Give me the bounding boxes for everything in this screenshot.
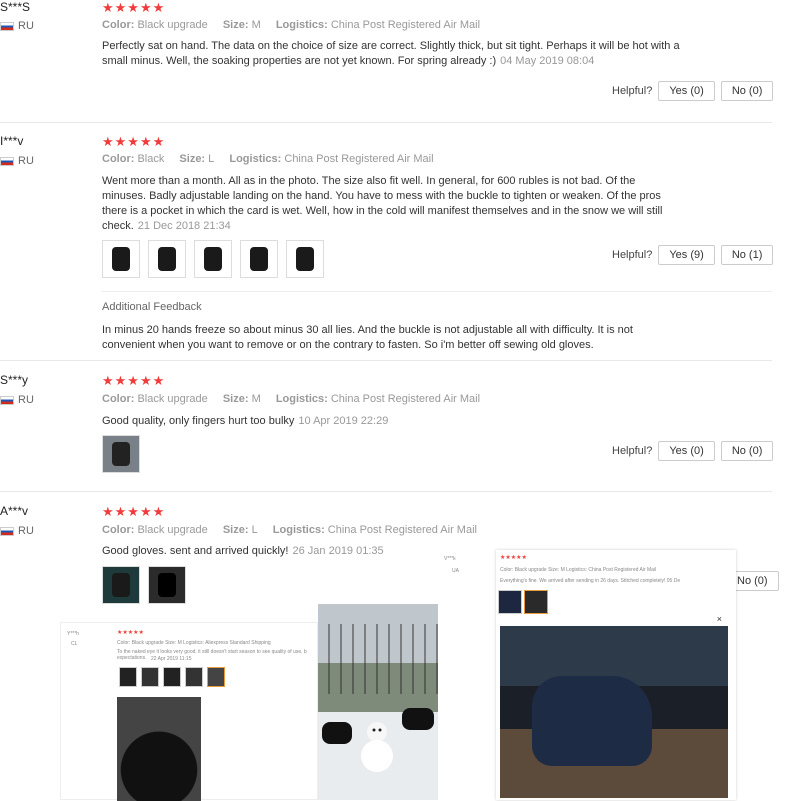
country-code: RU — [18, 20, 34, 32]
flag-icon — [0, 156, 14, 166]
helpful-label: Helpful? — [612, 249, 653, 261]
helpful-no-button[interactable]: No (1) — [720, 245, 774, 265]
helpful-yes-button[interactable]: Yes (9) — [658, 245, 715, 265]
review-meta: Color: Black Size: L Logistics: China Po… — [102, 153, 434, 165]
review-photos — [102, 240, 324, 278]
review-meta: Color: Black upgrade Size: L Logistics: … — [102, 524, 477, 536]
review-photos — [102, 566, 186, 604]
mini-country: CL — [71, 641, 78, 647]
review-photo[interactable] — [240, 240, 278, 278]
reviewer-country: RU — [0, 20, 34, 32]
review-screenshot-left: Y***h CL ★★★★★ Color: Black upgrade Size… — [60, 622, 318, 801]
reviewer-name: A***v — [0, 504, 29, 518]
divider — [0, 491, 772, 492]
divider — [102, 291, 772, 292]
review-photo[interactable] — [286, 240, 324, 278]
mini-photo-preview — [117, 697, 201, 801]
reviewer-name: I***v — [0, 134, 24, 148]
reviewer-country: RU — [0, 525, 34, 537]
helpful-yes-button[interactable]: Yes (0) — [658, 441, 715, 461]
mini-text: To the naked eye it looks very good. it … — [117, 649, 307, 661]
helpful-section: Helpful? Yes (0) No (0) — [612, 441, 774, 461]
review-photos — [102, 435, 140, 473]
review-photo[interactable] — [102, 240, 140, 278]
mini-text: Everything's fine. We arrived after send… — [500, 578, 681, 584]
mini-rating-stars: ★★★★★ — [500, 555, 527, 561]
additional-feedback-title: Additional Feedback — [102, 301, 202, 313]
divider — [0, 122, 772, 123]
mini-photos — [498, 590, 548, 614]
glove-right — [402, 708, 434, 730]
helpful-no-button[interactable]: No (0) — [720, 441, 774, 461]
rating-stars: ★★★★★ — [102, 504, 166, 519]
review-text: Perfectly sat on hand. The data on the c… — [102, 40, 680, 67]
review-text: Good quality, only fingers hurt too bulk… — [102, 415, 389, 427]
review-date: 04 May 2019 08:04 — [500, 55, 595, 67]
glove-shape — [532, 676, 652, 766]
review-photo[interactable] — [194, 240, 232, 278]
tree-shapes — [318, 624, 438, 694]
review-meta: Color: Black upgrade Size: M Logistics: … — [102, 19, 481, 31]
rating-stars: ★★★★★ — [102, 0, 166, 15]
review-date: 21 Dec 2018 21:34 — [137, 220, 231, 232]
flag-icon — [0, 21, 14, 31]
reviewer-country: RU — [0, 155, 34, 167]
mini-date: 22 Apr 2019 11:15 — [151, 656, 192, 662]
country-code: RU — [18, 525, 34, 537]
review-photo[interactable] — [102, 566, 140, 604]
review-photo[interactable] — [148, 566, 186, 604]
mini-meta: Color: Black upgrade Size: M Logistics: … — [117, 640, 271, 646]
helpful-label: Helpful? — [612, 445, 653, 457]
reviewer-country: RU — [0, 394, 34, 406]
mini-meta: Color: Black upgrade Size: M Logistics: … — [500, 567, 657, 573]
rating-stars: ★★★★★ — [102, 134, 166, 149]
snowman-photo — [318, 604, 438, 800]
review-meta: Color: Black upgrade Size: M Logistics: … — [102, 393, 481, 405]
divider — [0, 360, 772, 361]
mini-country: UA — [452, 568, 459, 574]
helpful-label: Helpful? — [612, 85, 653, 97]
flag-icon — [0, 395, 14, 405]
reviewer-name: S***S — [0, 0, 31, 14]
review-photo[interactable] — [148, 240, 186, 278]
review-text: Went more than a month. All as in the ph… — [102, 175, 663, 232]
snowman-shape — [361, 722, 393, 772]
country-code: RU — [18, 155, 34, 167]
additional-feedback-text: In minus 20 hands freeze so about minus … — [102, 324, 633, 351]
mini-photos — [119, 667, 225, 687]
review-date: 26 Jan 2019 01:35 — [292, 545, 384, 557]
review-date: 10 Apr 2019 22:29 — [298, 415, 389, 427]
country-code: RU — [18, 394, 34, 406]
reviewer-name: S***y — [0, 373, 29, 387]
review-photo[interactable] — [102, 435, 140, 473]
flag-icon — [0, 526, 14, 536]
close-icon[interactable]: × — [717, 614, 722, 624]
review-screenshot-right: V***k UA ★★★★★ Color: Black upgrade Size… — [444, 550, 736, 800]
mini-reviewer-name: Y***h — [67, 631, 79, 637]
helpful-section: Helpful? Yes (0) No (0) — [612, 81, 774, 101]
helpful-yes-button[interactable]: Yes (0) — [658, 81, 715, 101]
glove-left — [322, 722, 352, 744]
helpful-section: Helpful? Yes (9) No (1) — [612, 245, 774, 265]
helpful-no-button[interactable]: No (0) — [720, 81, 774, 101]
glove-photo — [500, 626, 728, 798]
rating-stars: ★★★★★ — [102, 373, 166, 388]
mini-reviewer-name: V***k — [444, 556, 456, 562]
mini-rating-stars: ★★★★★ — [117, 630, 144, 636]
